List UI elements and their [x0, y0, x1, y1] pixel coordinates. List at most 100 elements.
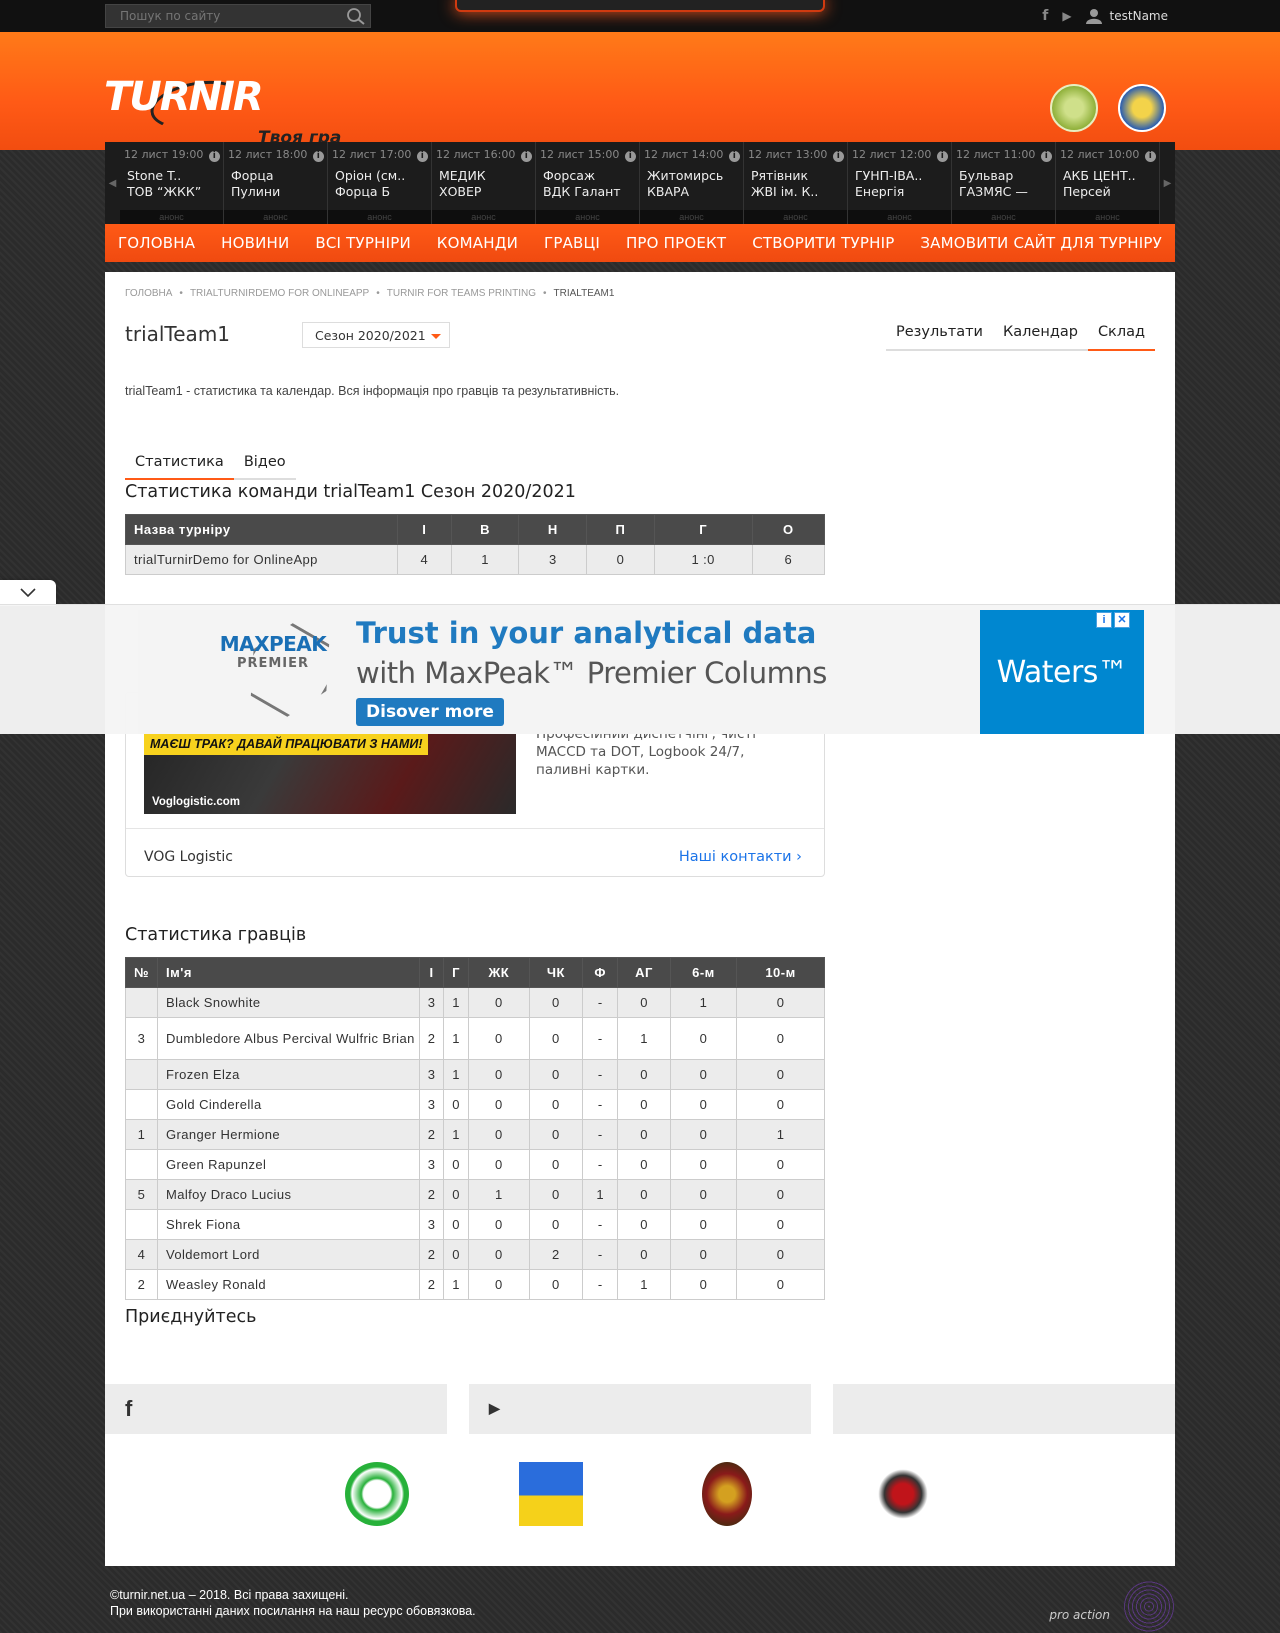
pro-action-logo[interactable]: pro action — [1049, 1608, 1110, 1622]
close-icon[interactable]: ✕ — [1114, 612, 1130, 628]
tab-roster[interactable]: Склад — [1087, 322, 1155, 351]
breadcrumb-group[interactable]: TURNIR FOR TEAMS PRINTING — [387, 288, 536, 299]
table-cell: 1 — [443, 1119, 469, 1150]
player-name-link[interactable]: Dumbledore Albus Percival Wulfric Brian — [157, 1017, 420, 1060]
anons-link[interactable]: анонс — [1056, 210, 1159, 224]
ticker-match[interactable]: 12 лист 14:00 i Житомирсь КВАРА анонс — [640, 142, 744, 224]
anons-link[interactable]: анонс — [536, 210, 639, 224]
table-cell: 0 — [617, 1059, 671, 1090]
info-icon[interactable]: i — [520, 151, 532, 162]
anons-link[interactable]: анонс — [120, 210, 223, 224]
youtube-block[interactable]: ▶ — [469, 1384, 811, 1434]
breadcrumb-current: TRIALTEAM1 — [553, 288, 615, 299]
ticker-match[interactable]: 12 лист 12:00 i ГУНП-ІВА.. Енергія анонс — [848, 142, 952, 224]
tab-video[interactable]: Відео — [234, 452, 296, 480]
nav-item[interactable]: ЗАМОВИТИ САЙТ ДЛЯ ТУРНІРУ — [920, 234, 1162, 252]
player-name-link[interactable]: Green Rapunzel — [157, 1149, 420, 1180]
search-input[interactable] — [106, 5, 336, 27]
search-icon[interactable] — [346, 7, 366, 25]
table-cell[interactable]: trialTurnirDemo for OnlineApp — [125, 544, 398, 575]
ticker-match[interactable]: 12 лист 10:00 i АКБ ЦЕНТ.. Персей анонс — [1056, 142, 1160, 224]
player-name-link[interactable]: Voldemort Lord — [157, 1239, 420, 1270]
info-icon[interactable]: i — [312, 151, 324, 162]
info-icon[interactable]: i — [416, 151, 428, 162]
breadcrumb: ГОЛОВНА • TRIALTURNIRDEMO FOR ONLINEAPP • … — [125, 288, 615, 299]
ticker-match[interactable]: 12 лист 18:00 i Форца Пулини анонс — [224, 142, 328, 224]
tab-calendar[interactable]: Календар — [993, 322, 1088, 351]
league-emblem-blue[interactable] — [1118, 84, 1166, 132]
search-box[interactable] — [105, 4, 371, 28]
ticker-prev-arrow[interactable]: ◀ — [105, 142, 120, 224]
nav-item[interactable]: КОМАНДИ — [437, 234, 518, 252]
ad-choices[interactable]: i ✕ — [1096, 612, 1130, 628]
ticker-match[interactable]: 12 лист 19:00 i Stone T.. ТОВ “ЖКК” анон… — [120, 142, 224, 224]
adchoices-info-icon[interactable]: i — [1096, 612, 1112, 628]
nav-item[interactable]: СТВОРИТИ ТУРНІР — [752, 234, 894, 252]
ticker-match[interactable]: 12 лист 16:00 i МЕДИК ХОВЕР анонс — [432, 142, 536, 224]
display-ad-banner[interactable]: MAXPEAK PREMIER Trust in your analytical… — [138, 610, 1144, 734]
ticker-next-arrow[interactable]: ▶ — [1160, 142, 1175, 224]
info-icon[interactable]: i — [624, 151, 636, 162]
player-name-link[interactable]: Granger Hermione — [157, 1119, 420, 1150]
player-name-link[interactable]: Black Snowhite — [157, 987, 420, 1018]
player-name-link[interactable]: Gold Cinderella — [157, 1089, 420, 1120]
breadcrumb-tournament[interactable]: TRIALTURNIRDEMO FOR ONLINEAPP — [190, 288, 369, 299]
maxpeak-logo: MAXPEAK PREMIER — [218, 632, 328, 671]
player-name-link[interactable]: Malfoy Draco Lucius — [157, 1179, 420, 1210]
ticker-match[interactable]: 12 лист 13:00 i Рятівник ЖВІ ім. К.. ано… — [744, 142, 848, 224]
season-select[interactable]: Сезон 2020/2021 — [302, 322, 450, 348]
column-header: В — [450, 514, 520, 545]
league-emblem-green[interactable] — [1050, 84, 1098, 132]
youtube-icon[interactable]: ▶ — [1062, 9, 1071, 23]
anons-link[interactable]: анонс — [744, 210, 847, 224]
ticker-match[interactable]: 12 лист 17:00 i Оріон (см.. Форца Б анон… — [328, 142, 432, 224]
info-icon[interactable]: i — [832, 151, 844, 162]
anons-link[interactable]: анонс — [848, 210, 951, 224]
breadcrumb-home[interactable]: ГОЛОВНА — [125, 288, 172, 299]
column-header: ЖК — [468, 957, 530, 988]
anons-link[interactable]: анонс — [432, 210, 535, 224]
info-icon[interactable]: i — [936, 151, 948, 162]
ad-cta-button[interactable]: Disover more — [356, 698, 504, 726]
player-name-link[interactable]: Weasley Ronald — [157, 1269, 420, 1300]
table-cell: 1 — [582, 1179, 619, 1210]
partner-logo-4[interactable] — [877, 1462, 929, 1526]
site-logo[interactable]: TURNIR — [104, 74, 264, 120]
nav-item[interactable]: НОВИНИ — [221, 234, 289, 252]
ticker-match[interactable]: 12 лист 15:00 i Форсаж ВДК Галант анонс — [536, 142, 640, 224]
home-team: Бульвар — [959, 168, 1014, 183]
column-header: 10-м — [736, 957, 825, 988]
tab-statistics[interactable]: Статистика — [125, 452, 234, 480]
column-header: № — [125, 957, 158, 988]
nav-item[interactable]: ГРАВЦІ — [544, 234, 600, 252]
home-team: Форца — [231, 168, 274, 183]
info-icon[interactable]: i — [728, 151, 740, 162]
tab-results[interactable]: Результати — [886, 322, 993, 351]
anons-link[interactable]: анонс — [224, 210, 327, 224]
player-name-link[interactable]: Shrek Fiona — [157, 1209, 420, 1240]
nav-item[interactable]: ВСІ ТУРНІРИ — [315, 234, 410, 252]
facebook-icon[interactable]: f — [1042, 8, 1048, 24]
anons-link[interactable]: анонс — [952, 210, 1055, 224]
table-cell: 1 — [617, 1017, 671, 1060]
partner-logo-3[interactable] — [702, 1462, 752, 1526]
anons-link[interactable]: анонс — [328, 210, 431, 224]
facebook-block[interactable]: f — [105, 1384, 447, 1434]
table-cell: 0 — [468, 987, 530, 1018]
anons-link[interactable]: анонс — [640, 210, 743, 224]
ticker-match[interactable]: 12 лист 11:00 i Бульвар ГАЗМЯС — анонс — [952, 142, 1056, 224]
collapse-ad-button[interactable] — [0, 580, 56, 606]
nav-item[interactable]: ГОЛОВНА — [118, 234, 195, 252]
info-icon[interactable]: i — [1144, 151, 1156, 162]
partner-logo-2[interactable] — [519, 1462, 583, 1526]
info-icon[interactable]: i — [1040, 151, 1052, 162]
table-cell: 0 — [736, 1179, 825, 1210]
player-stats-table: № Ім'я І Г ЖК ЧК Ф АГ 6-м 10-м Black Snowhite 3 1 0 0-… — [125, 957, 825, 1300]
info-icon[interactable]: i — [208, 151, 220, 162]
nav-item[interactable]: ПРО ПРОЕКТ — [626, 234, 726, 252]
player-name-link[interactable]: Frozen Elza — [157, 1059, 420, 1090]
user-menu[interactable]: testName — [1085, 8, 1168, 24]
ad-contact-link[interactable]: Наші контакти › — [679, 849, 802, 865]
partner-logo-1[interactable] — [345, 1462, 409, 1526]
table-cell: 0 — [443, 1149, 469, 1180]
